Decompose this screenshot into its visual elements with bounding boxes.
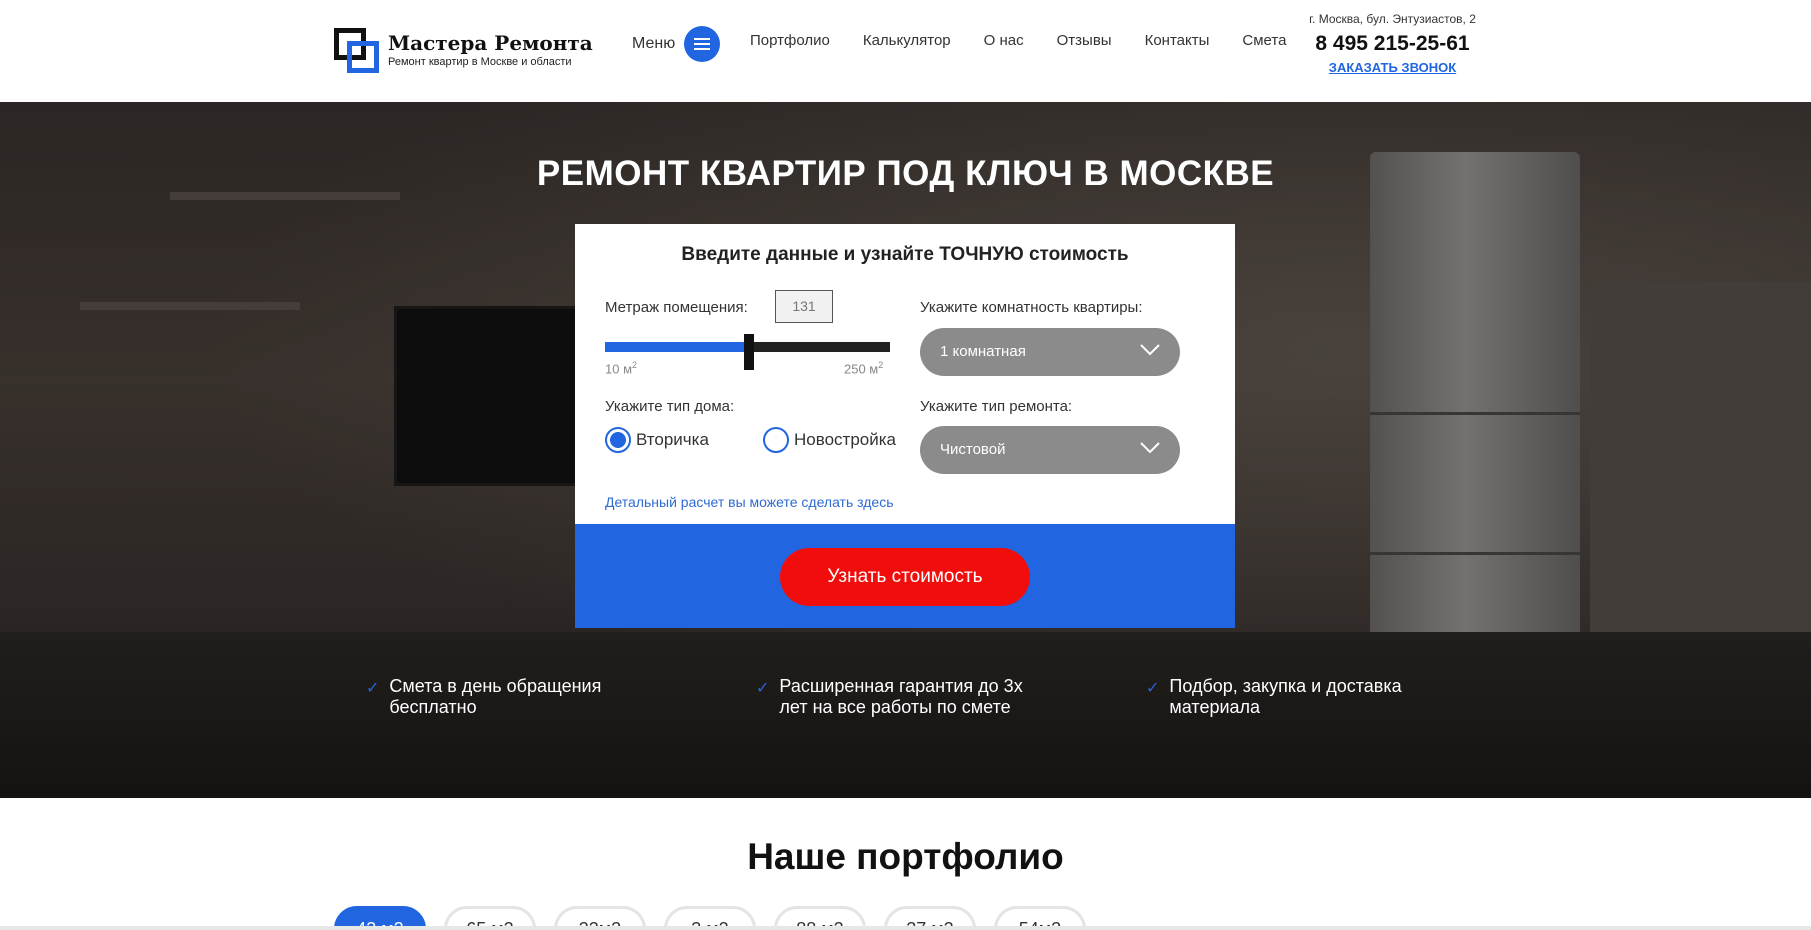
nav-reviews[interactable]: Отзывы — [1057, 32, 1112, 49]
rooms-selected-value: 1 комнатная — [940, 343, 1026, 360]
detailed-calc-link[interactable]: Детальный расчет вы можете сделать здесь — [605, 494, 894, 510]
area-slider-fill — [605, 342, 749, 352]
feature-text: Расширенная гарантия до 3х лет на все ра… — [779, 676, 1023, 717]
radio-unchecked-icon — [763, 427, 789, 453]
repair-selected-value: Чистовой — [940, 441, 1006, 458]
logo-text: Мастера Ремонта Ремонт квартир в Москве … — [388, 28, 593, 68]
chevron-down-icon — [1140, 442, 1160, 454]
hamburger-icon[interactable] — [684, 26, 721, 62]
area-slider[interactable] — [605, 334, 890, 370]
radio-label: Вторичка — [636, 430, 709, 449]
logo[interactable]: Мастера Ремонта Ремонт квартир в Москве … — [334, 28, 593, 76]
area-value-field[interactable]: 131 — [775, 290, 833, 323]
menu-button[interactable]: Меню — [632, 26, 721, 62]
chevron-down-icon — [1140, 344, 1160, 356]
check-icon: ✓ — [756, 680, 770, 697]
area-min-label: 10 м2 — [605, 360, 638, 377]
phone-number[interactable]: 8 495 215-25-61 — [1290, 32, 1495, 56]
calculator-heading: Введите данные и узнайте ТОЧНУЮ стоимост… — [681, 244, 1129, 265]
menu-label: Меню — [632, 35, 676, 52]
rooms-select[interactable]: 1 комнатная — [920, 328, 1180, 376]
feature-text: Смета в день обращения бесплатно — [389, 676, 602, 717]
repair-type-label: Укажите тип ремонта: — [920, 398, 1073, 415]
main-nav: Портфолио Калькулятор О нас Отзывы Конта… — [750, 32, 1319, 49]
address: г. Москва, бул. Энтузиастов, 2 — [1309, 12, 1476, 26]
feature-text: Подбор, закупка и доставка материала — [1169, 676, 1402, 717]
radio-label: Новостройка — [794, 430, 896, 449]
feature-item: ✓ Подбор, закупка и доставка материала — [1146, 676, 1436, 718]
area-slider-handle[interactable] — [743, 334, 754, 370]
site-header: Мастера Ремонта Ремонт квартир в Москве … — [0, 0, 1811, 102]
radio-checked-icon — [605, 427, 631, 453]
feature-item: ✓ Смета в день обращения бесплатно — [366, 676, 656, 718]
nav-about[interactable]: О нас — [984, 32, 1024, 49]
nav-estimate[interactable]: Смета — [1242, 32, 1286, 49]
check-icon: ✓ — [1146, 680, 1160, 697]
radio-new-building[interactable]: Новостройка — [763, 427, 896, 453]
get-price-button[interactable]: Узнать стоимость — [780, 548, 1030, 606]
logo-mark-icon — [334, 28, 380, 74]
callback-link[interactable]: ЗАКАЗАТЬ ЗВОНОК — [1329, 60, 1456, 75]
hero-title: РЕМОНТ КВАРТИР ПОД КЛЮЧ В МОСКВЕ — [536, 154, 1275, 193]
area-max-label: 250 м2 — [844, 360, 884, 377]
repair-type-select[interactable]: Чистовой — [920, 426, 1180, 474]
logo-subtitle: Ремонт квартир в Москве и области — [388, 56, 572, 68]
house-type-label: Укажите тип дома: — [605, 398, 735, 415]
check-icon: ✓ — [366, 680, 380, 697]
nav-calculator[interactable]: Калькулятор — [863, 32, 951, 49]
nav-contacts[interactable]: Контакты — [1145, 32, 1210, 49]
feature-item: ✓ Расширенная гарантия до 3х лет на все … — [756, 676, 1046, 718]
portfolio-title: Наше портфолио — [747, 836, 1064, 877]
header-contacts: г. Москва, бул. Энтузиастов, 2 8 495 215… — [1290, 12, 1495, 77]
hero-section: РЕМОНТ КВАРТИР ПОД КЛЮЧ В МОСКВЕ Введите… — [0, 102, 1811, 798]
cost-calculator: Введите данные и узнайте ТОЧНУЮ стоимост… — [575, 224, 1235, 628]
area-label: Метраж помещения: — [605, 299, 748, 316]
rooms-label: Укажите комнатность квартиры: — [920, 299, 1143, 316]
radio-secondary-market[interactable]: Вторичка — [605, 427, 709, 453]
nav-portfolio[interactable]: Портфолио — [750, 32, 830, 49]
logo-title: Мастера Ремонта — [388, 31, 593, 55]
